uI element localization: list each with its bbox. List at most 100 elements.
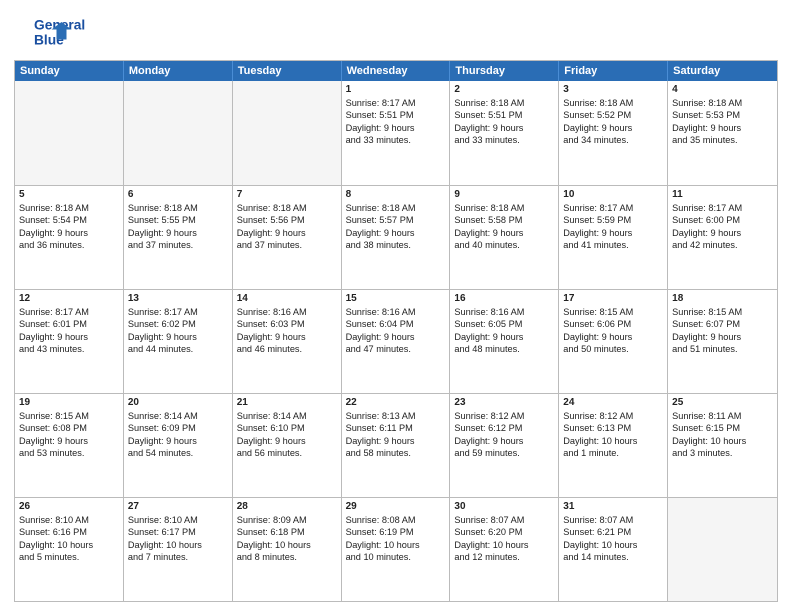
cell-info-line: Sunrise: 8:09 AM bbox=[237, 514, 337, 526]
cell-info-line: Daylight: 9 hours bbox=[128, 227, 228, 239]
cell-info-line: Sunrise: 8:17 AM bbox=[672, 202, 773, 214]
cell-info-line: Sunset: 6:02 PM bbox=[128, 318, 228, 330]
cell-info-line: and 1 minute. bbox=[563, 447, 663, 459]
day-number: 13 bbox=[128, 293, 228, 304]
cell-info-line: Sunset: 6:05 PM bbox=[454, 318, 554, 330]
cell-info-line: Sunset: 5:52 PM bbox=[563, 109, 663, 121]
cell-info-line: and 35 minutes. bbox=[672, 134, 773, 146]
cell-info-line: and 46 minutes. bbox=[237, 343, 337, 355]
header-day-thursday: Thursday bbox=[450, 61, 559, 81]
cell-info-line: Sunset: 6:17 PM bbox=[128, 526, 228, 538]
cell-info-line: Sunrise: 8:18 AM bbox=[672, 97, 773, 109]
cell-info-line: Sunset: 5:56 PM bbox=[237, 214, 337, 226]
cell-info-line: and 42 minutes. bbox=[672, 239, 773, 251]
calendar-cell-r4c4: 30Sunrise: 8:07 AMSunset: 6:20 PMDayligh… bbox=[450, 498, 559, 601]
calendar-cell-r2c2: 14Sunrise: 8:16 AMSunset: 6:03 PMDayligh… bbox=[233, 290, 342, 393]
day-number: 1 bbox=[346, 84, 446, 95]
day-number: 17 bbox=[563, 293, 663, 304]
day-number: 6 bbox=[128, 189, 228, 200]
cell-info-line: Sunrise: 8:15 AM bbox=[19, 410, 119, 422]
cell-info-line: Sunrise: 8:14 AM bbox=[128, 410, 228, 422]
calendar-cell-r3c4: 23Sunrise: 8:12 AMSunset: 6:12 PMDayligh… bbox=[450, 394, 559, 497]
day-number: 15 bbox=[346, 293, 446, 304]
day-number: 7 bbox=[237, 189, 337, 200]
cell-info-line: and 10 minutes. bbox=[346, 551, 446, 563]
cell-info-line: Daylight: 9 hours bbox=[454, 435, 554, 447]
day-number: 8 bbox=[346, 189, 446, 200]
calendar-cell-r3c5: 24Sunrise: 8:12 AMSunset: 6:13 PMDayligh… bbox=[559, 394, 668, 497]
cell-info-line: and 53 minutes. bbox=[19, 447, 119, 459]
header-day-wednesday: Wednesday bbox=[342, 61, 451, 81]
cell-info-line: and 41 minutes. bbox=[563, 239, 663, 251]
cell-info-line: Daylight: 9 hours bbox=[128, 435, 228, 447]
cell-info-line: Sunrise: 8:14 AM bbox=[237, 410, 337, 422]
cell-info-line: and 54 minutes. bbox=[128, 447, 228, 459]
cell-info-line: Sunset: 6:04 PM bbox=[346, 318, 446, 330]
cell-info-line: Daylight: 9 hours bbox=[128, 331, 228, 343]
day-number: 30 bbox=[454, 501, 554, 512]
cell-info-line: Daylight: 9 hours bbox=[19, 435, 119, 447]
cell-info-line: Daylight: 10 hours bbox=[563, 435, 663, 447]
calendar-cell-r2c3: 15Sunrise: 8:16 AMSunset: 6:04 PMDayligh… bbox=[342, 290, 451, 393]
cell-info-line: Sunrise: 8:17 AM bbox=[563, 202, 663, 214]
cell-info-line: and 56 minutes. bbox=[237, 447, 337, 459]
calendar-cell-r4c6 bbox=[668, 498, 777, 601]
cell-info-line: Sunrise: 8:12 AM bbox=[563, 410, 663, 422]
header-day-monday: Monday bbox=[124, 61, 233, 81]
day-number: 29 bbox=[346, 501, 446, 512]
header-day-tuesday: Tuesday bbox=[233, 61, 342, 81]
day-number: 4 bbox=[672, 84, 773, 95]
cell-info-line: Sunrise: 8:18 AM bbox=[454, 202, 554, 214]
calendar-cell-r1c3: 8Sunrise: 8:18 AMSunset: 5:57 PMDaylight… bbox=[342, 186, 451, 289]
calendar-row-2: 12Sunrise: 8:17 AMSunset: 6:01 PMDayligh… bbox=[15, 289, 777, 393]
cell-info-line: Sunset: 6:06 PM bbox=[563, 318, 663, 330]
cell-info-line: and 38 minutes. bbox=[346, 239, 446, 251]
cell-info-line: Sunset: 5:51 PM bbox=[346, 109, 446, 121]
cell-info-line: Daylight: 9 hours bbox=[346, 227, 446, 239]
cell-info-line: Sunrise: 8:12 AM bbox=[454, 410, 554, 422]
calendar-cell-r0c2 bbox=[233, 81, 342, 185]
cell-info-line: and 58 minutes. bbox=[346, 447, 446, 459]
cell-info-line: Sunset: 6:12 PM bbox=[454, 422, 554, 434]
calendar-cell-r2c1: 13Sunrise: 8:17 AMSunset: 6:02 PMDayligh… bbox=[124, 290, 233, 393]
cell-info-line: Sunrise: 8:11 AM bbox=[672, 410, 773, 422]
cell-info-line: Sunset: 6:00 PM bbox=[672, 214, 773, 226]
cell-info-line: Sunrise: 8:16 AM bbox=[454, 306, 554, 318]
cell-info-line: Daylight: 9 hours bbox=[672, 331, 773, 343]
cell-info-line: Sunset: 6:21 PM bbox=[563, 526, 663, 538]
calendar: SundayMondayTuesdayWednesdayThursdayFrid… bbox=[14, 60, 778, 602]
cell-info-line: Sunrise: 8:18 AM bbox=[563, 97, 663, 109]
calendar-cell-r4c1: 27Sunrise: 8:10 AMSunset: 6:17 PMDayligh… bbox=[124, 498, 233, 601]
cell-info-line: Sunrise: 8:18 AM bbox=[454, 97, 554, 109]
calendar-cell-r2c5: 17Sunrise: 8:15 AMSunset: 6:06 PMDayligh… bbox=[559, 290, 668, 393]
calendar-cell-r1c0: 5Sunrise: 8:18 AMSunset: 5:54 PMDaylight… bbox=[15, 186, 124, 289]
cell-info-line: Daylight: 9 hours bbox=[237, 435, 337, 447]
cell-info-line: Sunrise: 8:13 AM bbox=[346, 410, 446, 422]
logo-icon: General Blue bbox=[14, 12, 94, 52]
calendar-cell-r0c3: 1Sunrise: 8:17 AMSunset: 5:51 PMDaylight… bbox=[342, 81, 451, 185]
cell-info-line: Sunrise: 8:07 AM bbox=[563, 514, 663, 526]
day-number: 2 bbox=[454, 84, 554, 95]
day-number: 21 bbox=[237, 397, 337, 408]
cell-info-line: Sunrise: 8:08 AM bbox=[346, 514, 446, 526]
day-number: 27 bbox=[128, 501, 228, 512]
cell-info-line: and 3 minutes. bbox=[672, 447, 773, 459]
day-number: 14 bbox=[237, 293, 337, 304]
cell-info-line: Daylight: 9 hours bbox=[563, 331, 663, 343]
cell-info-line: and 34 minutes. bbox=[563, 134, 663, 146]
calendar-cell-r0c0 bbox=[15, 81, 124, 185]
cell-info-line: and 7 minutes. bbox=[128, 551, 228, 563]
calendar-cell-r1c1: 6Sunrise: 8:18 AMSunset: 5:55 PMDaylight… bbox=[124, 186, 233, 289]
cell-info-line: and 8 minutes. bbox=[237, 551, 337, 563]
header-day-sunday: Sunday bbox=[15, 61, 124, 81]
calendar-cell-r4c3: 29Sunrise: 8:08 AMSunset: 6:19 PMDayligh… bbox=[342, 498, 451, 601]
cell-info-line: Daylight: 10 hours bbox=[346, 539, 446, 551]
calendar-cell-r1c5: 10Sunrise: 8:17 AMSunset: 5:59 PMDayligh… bbox=[559, 186, 668, 289]
cell-info-line: Sunset: 6:15 PM bbox=[672, 422, 773, 434]
day-number: 11 bbox=[672, 189, 773, 200]
header-day-saturday: Saturday bbox=[668, 61, 777, 81]
cell-info-line: and 37 minutes. bbox=[237, 239, 337, 251]
calendar-cell-r3c6: 25Sunrise: 8:11 AMSunset: 6:15 PMDayligh… bbox=[668, 394, 777, 497]
cell-info-line: Sunset: 5:51 PM bbox=[454, 109, 554, 121]
calendar-cell-r1c4: 9Sunrise: 8:18 AMSunset: 5:58 PMDaylight… bbox=[450, 186, 559, 289]
